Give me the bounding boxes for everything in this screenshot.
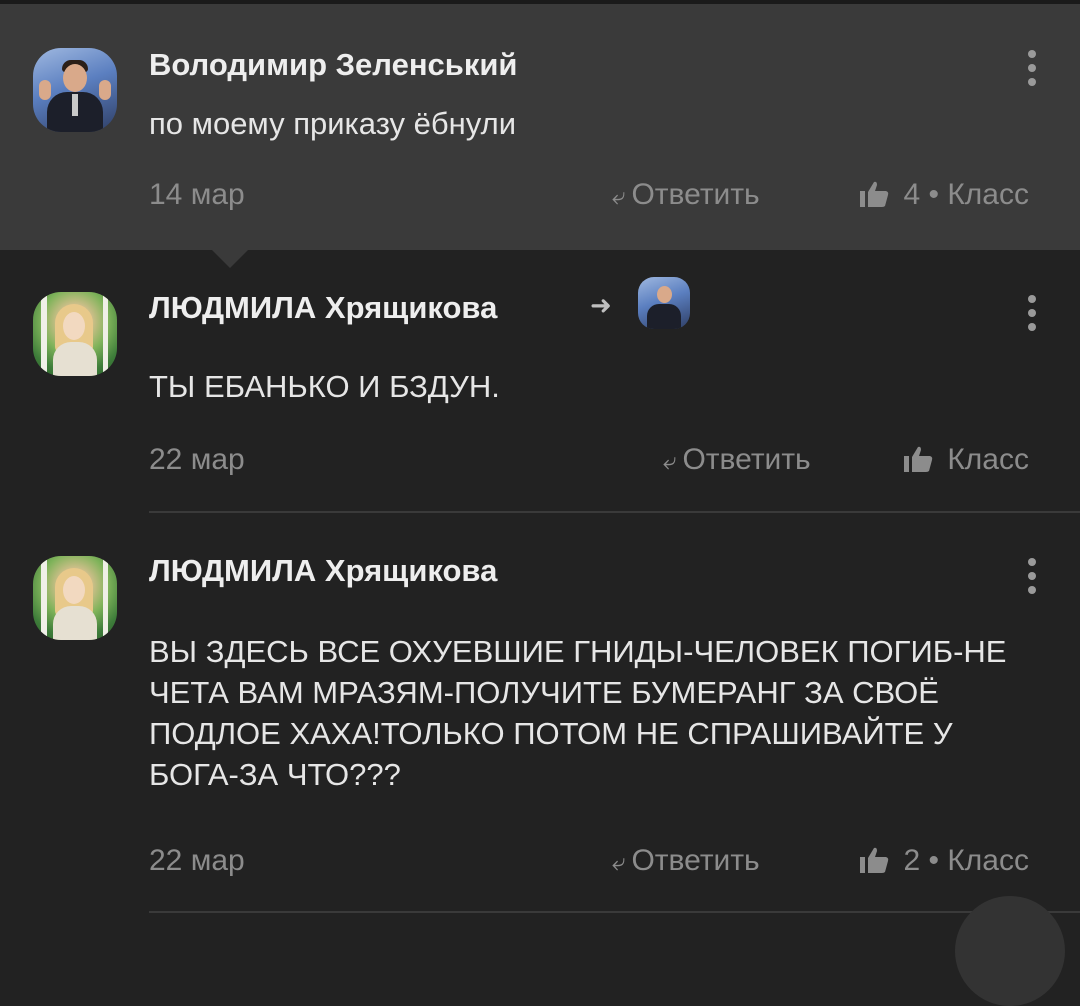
like-button[interactable]: 2 • Класс: [859, 844, 1029, 878]
like-button[interactable]: 4 • Класс: [859, 178, 1029, 212]
more-vertical-icon[interactable]: [1027, 295, 1037, 337]
reply-button[interactable]: ⤶ Ответить: [612, 178, 760, 212]
divider: [149, 511, 1080, 513]
reply-button[interactable]: ⤶ Ответить: [612, 844, 760, 878]
reply-to-arrow-icon: ➜: [590, 290, 612, 320]
more-vertical-icon[interactable]: [1027, 558, 1037, 600]
thumbs-up-icon: [860, 847, 889, 873]
thumbs-up-icon: [860, 181, 889, 207]
comment-author[interactable]: Володимир Зеленський: [149, 47, 517, 83]
more-vertical-icon[interactable]: [1027, 50, 1037, 92]
comment-text: ВЫ ЗДЕСЬ ВСЕ ОХУЕВШИЕ ГНИДЫ-ЧЕЛОВЕК ПОГИ…: [149, 634, 1007, 792]
divider: [149, 911, 1080, 913]
reply-arrow-icon: ⤶: [612, 183, 626, 210]
comment-date: 22 мар: [149, 844, 245, 877]
reply-to-avatar[interactable]: [638, 277, 690, 329]
reply-arrow-icon: ⤶: [612, 849, 626, 876]
reply-arrow-icon: ⤶: [663, 448, 677, 475]
comment-date: 22 мар: [149, 443, 245, 476]
comment-text: ТЫ ЕБАНЬКО И БЗДУН.: [149, 369, 500, 404]
comment-author[interactable]: ЛЮДМИЛА Хрящикова: [149, 290, 497, 326]
reply-button[interactable]: ⤶ Ответить: [663, 443, 811, 477]
floating-action-button[interactable]: [955, 896, 1065, 1006]
like-button[interactable]: Класс: [903, 443, 1029, 477]
comment-date: 14 мар: [149, 178, 245, 211]
comment-author[interactable]: ЛЮДМИЛА Хрящикова: [149, 553, 497, 589]
avatar-zelensky[interactable]: [33, 48, 117, 132]
thumbs-up-icon: [904, 446, 933, 472]
avatar-lyudmila[interactable]: [33, 292, 117, 376]
avatar-lyudmila[interactable]: [33, 556, 117, 640]
highlight-pointer: [212, 250, 248, 268]
comment-text: по моему приказу ёбнули: [149, 106, 517, 141]
